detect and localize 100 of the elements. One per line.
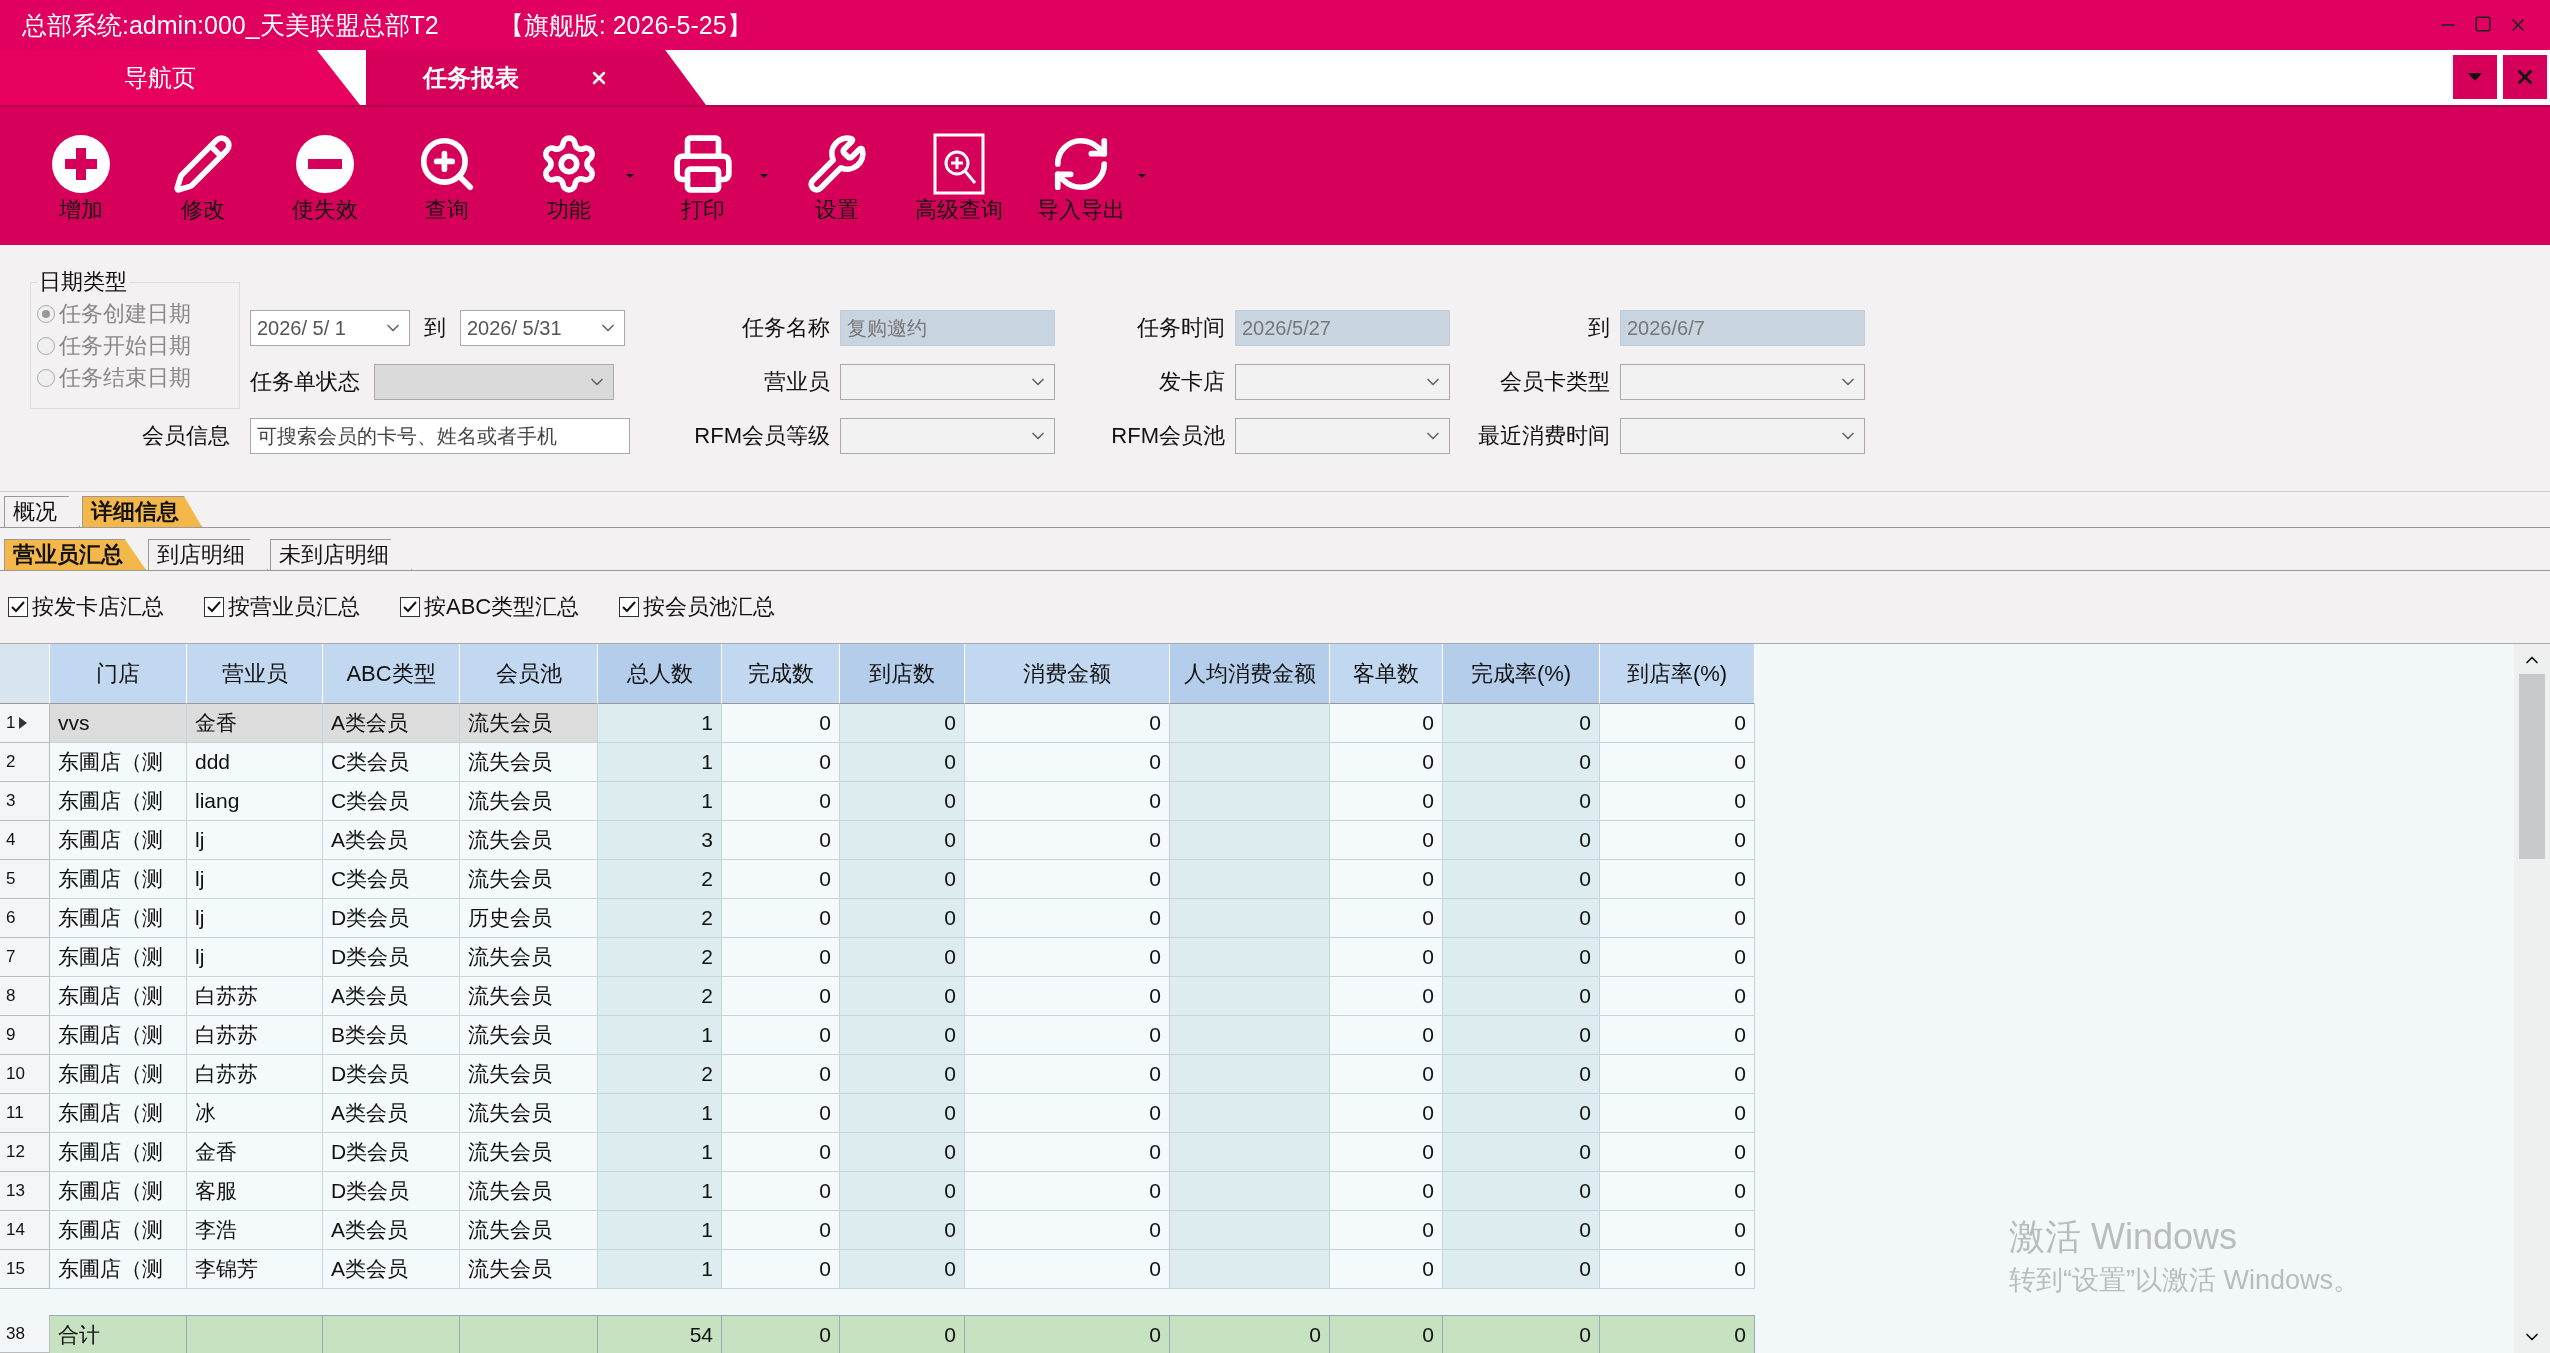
table-cell: 0 xyxy=(722,821,840,860)
table-cell: 0 xyxy=(840,1133,965,1172)
field-label: 发卡店 xyxy=(1158,368,1225,396)
table-row[interactable]: 7 东圃店（测 lj D类会员 流失会员 2 0 0 0 0 0 0 xyxy=(0,938,1755,977)
table-cell: A类会员 xyxy=(323,1094,460,1133)
table-row[interactable]: 8 东圃店（测 白苏苏 A类会员 流失会员 2 0 0 0 0 0 0 xyxy=(0,977,1755,1016)
table-cell: 0 xyxy=(1330,743,1443,782)
column-header[interactable]: 到店数 xyxy=(840,644,965,704)
sub-tab[interactable]: 未到店明细 xyxy=(270,539,412,570)
column-header[interactable]: 门店 xyxy=(50,644,187,704)
dropdown-field[interactable] xyxy=(1620,364,1865,400)
table-cell: 0 xyxy=(1330,860,1443,899)
dropdown-field[interactable] xyxy=(1620,418,1865,454)
caret-icon[interactable] xyxy=(758,172,770,180)
row-number: 13 xyxy=(0,1172,50,1211)
toolbar-button[interactable]: 打印 xyxy=(642,121,764,231)
table-cell: D类会员 xyxy=(323,1055,460,1094)
sub-tab[interactable]: 营业员汇总 xyxy=(4,539,146,570)
caret-icon[interactable] xyxy=(1136,172,1148,180)
group-checkbox[interactable]: 按发卡店汇总 xyxy=(8,592,164,622)
table-cell: 1 xyxy=(598,1211,722,1250)
table-cell: 0 xyxy=(722,860,840,899)
table-cell: C类会员 xyxy=(323,860,460,899)
table-cell: 0 xyxy=(722,743,840,782)
member-search-field[interactable]: 可搜索会员的卡号、姓名或者手机 xyxy=(250,418,630,454)
table-row[interactable]: 3 东圃店（测 liang C类会员 流失会员 1 0 0 0 0 0 0 xyxy=(0,782,1755,821)
table-cell: 0 xyxy=(1600,1016,1755,1055)
row-number: 4 xyxy=(0,821,50,860)
date-field[interactable]: 2026/ 5/31 xyxy=(460,310,625,346)
table-row[interactable]: 4 东圃店（测 lj A类会员 流失会员 3 0 0 0 0 0 0 xyxy=(0,821,1755,860)
table-cell: 0 xyxy=(840,743,965,782)
table-cell: 白苏苏 xyxy=(187,1016,323,1055)
table-cell: 流失会员 xyxy=(460,1016,598,1055)
table-cell: 0 xyxy=(1600,704,1755,743)
table-row[interactable]: 14 东圃店（测 李浩 A类会员 流失会员 1 0 0 0 0 0 0 xyxy=(0,1211,1755,1250)
toolbar-button[interactable]: 设置 xyxy=(776,121,898,231)
date-field[interactable]: 2026/ 5/ 1 xyxy=(250,310,410,346)
tab-list-button[interactable] xyxy=(2453,55,2497,99)
table-row[interactable]: 1 vvs 金香 A类会员 流失会员 1 0 0 0 0 0 0 xyxy=(0,704,1755,743)
table-cell: 东圃店（测 xyxy=(50,1133,187,1172)
view-tab[interactable]: 详细信息 xyxy=(82,496,202,527)
column-header[interactable]: 完成率(%) xyxy=(1443,644,1600,704)
group-checkbox[interactable]: 按营业员汇总 xyxy=(204,592,360,622)
toolbar-button[interactable]: 增加 xyxy=(20,121,142,231)
table-cell: 0 xyxy=(1330,977,1443,1016)
close-tab-button[interactable] xyxy=(2503,55,2547,99)
table-row[interactable]: 6 东圃店（测 lj D类会员 历史会员 2 0 0 0 0 0 0 xyxy=(0,899,1755,938)
total-cell: 0 xyxy=(840,1315,965,1353)
table-cell: 流失会员 xyxy=(460,1055,598,1094)
column-header[interactable]: 总人数 xyxy=(598,644,722,704)
column-header[interactable]: 到店率(%) xyxy=(1600,644,1755,704)
toolbar-button[interactable]: 修改 xyxy=(142,121,264,231)
table-cell: 0 xyxy=(1330,1211,1443,1250)
column-header[interactable]: 会员池 xyxy=(460,644,598,704)
document-tab[interactable]: 导航页 xyxy=(0,50,360,105)
table-row[interactable]: 12 东圃店（测 金香 D类会员 流失会员 1 0 0 0 0 0 0 xyxy=(0,1133,1755,1172)
scroll-thumb[interactable] xyxy=(2519,674,2545,859)
toolbar-button[interactable]: 查询 xyxy=(386,121,508,231)
table-cell: 0 xyxy=(1600,1211,1755,1250)
sub-tab[interactable]: 到店明细 xyxy=(148,539,268,570)
activation-text: 转到“设置”以激活 Windows。 xyxy=(2009,1264,2360,1297)
column-header[interactable]: 客单数 xyxy=(1330,644,1443,704)
table-row[interactable]: 9 东圃店（测 白苏苏 B类会员 流失会员 1 0 0 0 0 0 0 xyxy=(0,1016,1755,1055)
table-cell: 1 xyxy=(598,1172,722,1211)
toolbar-button[interactable]: 功能 xyxy=(508,121,630,231)
table-row[interactable]: 15 东圃店（测 李锦芳 A类会员 流失会员 1 0 0 0 0 0 0 xyxy=(0,1250,1755,1289)
dropdown-field[interactable] xyxy=(1235,418,1450,454)
column-header[interactable]: 人均消费金额 xyxy=(1170,644,1330,704)
table-cell: 0 xyxy=(1443,1055,1600,1094)
toolbar-button[interactable]: 高级查询 xyxy=(898,121,1020,231)
dropdown-field[interactable] xyxy=(1235,364,1450,400)
caret-icon xyxy=(2468,73,2482,81)
table-cell: 流失会员 xyxy=(460,977,598,1016)
table-row[interactable]: 2 东圃店（测 ddd C类会员 流失会员 1 0 0 0 0 0 0 xyxy=(0,743,1755,782)
table-row[interactable]: 11 东圃店（测 冰 A类会员 流失会员 1 0 0 0 0 0 0 xyxy=(0,1094,1755,1133)
view-tab[interactable]: 概况 xyxy=(4,496,80,527)
table-cell: 东圃店（测 xyxy=(50,899,187,938)
group-checkbox[interactable]: 按ABC类型汇总 xyxy=(400,592,580,622)
table-cell: 李锦芳 xyxy=(187,1250,323,1289)
column-header[interactable]: ABC类型 xyxy=(323,644,460,704)
table-cell: 0 xyxy=(840,704,965,743)
table-row[interactable]: 10 东圃店（测 白苏苏 D类会员 流失会员 2 0 0 0 0 0 0 xyxy=(0,1055,1755,1094)
dropdown-field[interactable] xyxy=(840,418,1055,454)
table-cell: 东圃店（测 xyxy=(50,1016,187,1055)
toolbar-button[interactable]: 导入导出 xyxy=(1020,121,1142,231)
total-cell: 0 xyxy=(722,1315,840,1353)
table-cell: 0 xyxy=(965,1211,1170,1250)
row-number: 8 xyxy=(0,977,50,1016)
column-header[interactable]: 消费金额 xyxy=(965,644,1170,704)
column-header[interactable]: 营业员 xyxy=(187,644,323,704)
document-tab[interactable]: 任务报表 xyxy=(366,50,706,105)
dropdown-field[interactable] xyxy=(840,364,1055,400)
toolbar-button[interactable]: 使失效 xyxy=(264,121,386,231)
group-checkbox[interactable]: 按会员池汇总 xyxy=(619,592,776,622)
column-header[interactable]: 完成数 xyxy=(722,644,840,704)
table-row[interactable]: 5 东圃店（测 lj C类会员 流失会员 2 0 0 0 0 0 0 xyxy=(0,860,1755,899)
vertical-scrollbar[interactable] xyxy=(2514,644,2550,1353)
table-row[interactable]: 13 东圃店（测 客服 D类会员 流失会员 1 0 0 0 0 0 0 xyxy=(0,1172,1755,1211)
maximize-icon[interactable] xyxy=(2474,15,2492,33)
caret-icon[interactable] xyxy=(624,172,636,180)
